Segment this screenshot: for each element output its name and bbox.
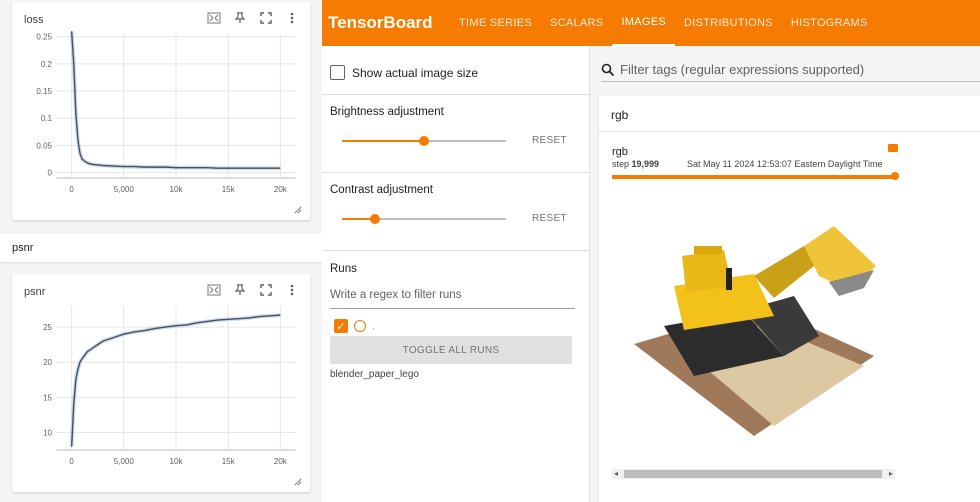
step-prefix: step — [612, 159, 630, 169]
psnr-xtick-label: 15k — [222, 457, 236, 466]
tag-group-card: rgb rgb step 19,999 Sat May 11 2024 12:5… — [599, 96, 980, 502]
loss-ytick-label: 0.2 — [41, 60, 53, 69]
psnr-ytick-label: 25 — [43, 323, 52, 332]
step-slider[interactable] — [612, 175, 895, 179]
tab-distributions[interactable]: DISTRIBUTIONS — [675, 0, 782, 46]
tensorboard-window: loss 0 5,000 10k 15k 20k 0 0.05 0.1 0.15 0.2 0.25 … — [0, 0, 980, 502]
psnr-xtick-label: 20k — [274, 457, 288, 466]
psnr-ytick-label: 10 — [43, 428, 52, 437]
loss-ytick-label: 0.25 — [36, 33, 52, 42]
show-actual-size-label: Show actual image size — [352, 65, 479, 80]
bulldozer-exhaust — [726, 268, 732, 290]
loss-ytick-label: 0.05 — [36, 141, 52, 150]
loss-xtick-label: 0 — [69, 185, 74, 194]
tab-histograms[interactable]: HISTOGRAMS — [782, 0, 877, 46]
image-timestamp: Sat May 11 2024 12:53:07 Eastern Dayligh… — [687, 159, 883, 169]
brightness-label: Brightness adjustment — [330, 106, 444, 118]
brand-logo[interactable]: TensorBoard — [322, 13, 450, 33]
psnr-chart-card: psnr 0 5,000 10k 15k 20k 10 15 20 25 — [12, 274, 310, 492]
loss-chart-title: loss — [24, 14, 44, 26]
brightness-reset-button[interactable]: RESET — [532, 135, 567, 146]
tag-filter[interactable]: Filter tags (regular expressions support… — [601, 58, 980, 82]
resize-icon[interactable] — [294, 206, 302, 214]
loss-ytick-label: 0.15 — [36, 87, 52, 96]
top-app-bar: TensorBoard TIME SERIES SCALARS IMAGES D… — [322, 0, 980, 46]
contrast-reset-button[interactable]: RESET — [532, 213, 567, 224]
pin-icon[interactable] — [232, 282, 248, 298]
brightness-slider[interactable] — [342, 134, 506, 148]
show-actual-size-option[interactable]: Show actual image size — [330, 65, 478, 80]
scrollbar-thumb[interactable] — [624, 470, 882, 478]
run-label: . — [372, 320, 375, 332]
step-value: 19,999 — [631, 159, 660, 169]
run-name: blender_paper_lego — [330, 369, 419, 380]
tab-scalars[interactable]: SCALARS — [541, 0, 612, 46]
rendered-image — [634, 226, 876, 436]
contrast-slider[interactable] — [342, 212, 506, 226]
fullscreen-icon[interactable] — [258, 10, 274, 26]
loss-ytick-label: 0.1 — [41, 114, 53, 123]
settings-sidebar: Show actual image size Brightness adjust… — [322, 46, 590, 502]
runs-filter-input[interactable]: Write a regex to filter runs — [330, 289, 575, 309]
psnr-ytick-label: 15 — [43, 393, 52, 402]
psnr-ytick-label: 20 — [43, 358, 52, 367]
loss-chart-card: loss 0 5,000 10k 15k 20k 0 0.05 0.1 0.15 0.2 0.25 — [12, 2, 310, 220]
divider — [322, 94, 590, 95]
scroll-left-icon[interactable]: ◂ — [614, 469, 618, 479]
more-vert-icon[interactable] — [284, 282, 300, 298]
bulldozer-roof — [694, 246, 722, 254]
slider-thumb[interactable] — [419, 136, 429, 146]
expand-icon[interactable] — [888, 144, 898, 152]
loss-xtick-label: 20k — [274, 185, 288, 194]
loss-chart[interactable]: 0 5,000 10k 15k 20k 0 0.05 0.1 0.15 0.2 0.25 — [12, 30, 310, 210]
run-checkbox[interactable]: ✓ — [334, 319, 348, 333]
psnr-chart[interactable]: 0 5,000 10k 15k 20k 10 15 20 25 — [12, 302, 310, 482]
psnr-xtick-label: 5,000 — [114, 457, 135, 466]
psnr-xtick-label: 0 — [69, 457, 74, 466]
toggle-all-runs-button[interactable]: TOGGLE ALL RUNS — [330, 336, 572, 364]
slider-thumb[interactable] — [369, 214, 380, 224]
psnr-section-header[interactable]: psnr — [0, 234, 322, 262]
image-horizontal-scrollbar[interactable]: ◂ ▸ — [612, 469, 895, 479]
more-vert-icon[interactable] — [284, 10, 300, 26]
psnr-xtick-label: 10k — [170, 457, 184, 466]
tag-group-header[interactable]: rgb — [599, 96, 980, 132]
pin-icon[interactable] — [232, 10, 248, 26]
search-icon — [601, 63, 615, 76]
tag-filter-input[interactable]: Filter tags (regular expressions support… — [620, 62, 864, 77]
fit-domain-icon[interactable] — [206, 10, 222, 26]
fullscreen-icon[interactable] — [258, 282, 274, 298]
bulldozer-cab — [682, 250, 732, 292]
loss-xtick-label: 15k — [222, 185, 236, 194]
loss-xtick-label: 5,000 — [114, 185, 135, 194]
loss-xtick-label: 10k — [170, 185, 184, 194]
step-slider-thumb[interactable] — [891, 172, 899, 180]
scalar-charts-panel: loss 0 5,000 10k 15k 20k 0 0.05 0.1 0.15 0.2 0.25 … — [0, 0, 322, 502]
scroll-right-icon[interactable]: ▸ — [889, 469, 893, 479]
fit-domain-icon[interactable] — [206, 282, 222, 298]
image-step: step 19,999 — [612, 159, 659, 169]
divider — [322, 172, 590, 173]
run-selector-row: ✓ . — [334, 319, 375, 333]
divider — [322, 250, 590, 251]
show-actual-size-checkbox[interactable] — [330, 65, 345, 80]
images-dashboard: Filter tags (regular expressions support… — [591, 46, 980, 502]
contrast-label: Contrast adjustment — [330, 184, 433, 196]
tab-images[interactable]: IMAGES — [612, 0, 676, 46]
resize-icon[interactable] — [294, 478, 302, 486]
psnr-chart-title: psnr — [24, 286, 46, 298]
loss-card-toolbar — [206, 10, 300, 26]
image-card-title: rgb — [612, 146, 628, 158]
tab-time-series[interactable]: TIME SERIES — [450, 0, 541, 46]
runs-title: Runs — [330, 263, 357, 275]
run-color-swatch[interactable] — [354, 320, 366, 332]
loss-ytick-label: 0 — [48, 169, 53, 178]
slider-fill — [342, 140, 424, 142]
psnr-card-toolbar — [206, 282, 300, 298]
